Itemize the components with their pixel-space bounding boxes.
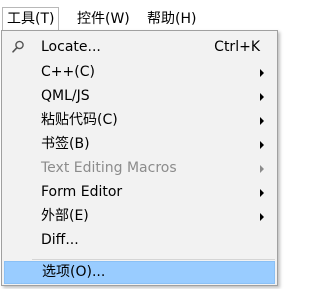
menu-item-bookmarks[interactable]: 书签(B) bbox=[4, 133, 275, 156]
menu-item-options[interactable]: 选项(O)... bbox=[4, 261, 275, 284]
menu-item-label: 外部(E) bbox=[41, 208, 89, 224]
menu-item-external[interactable]: 外部(E) bbox=[4, 205, 275, 228]
menu-item-diff[interactable]: Diff... bbox=[4, 229, 275, 252]
menu-item-text-editing-macros: Text Editing Macros bbox=[4, 157, 275, 180]
submenu-arrow-icon bbox=[260, 93, 264, 101]
submenu-arrow-icon bbox=[260, 189, 264, 197]
submenu-arrow-icon bbox=[260, 141, 264, 149]
search-icon bbox=[10, 39, 26, 55]
menu-item-label: C++(C) bbox=[41, 64, 95, 80]
menu-tools[interactable]: 工具(T) bbox=[2, 7, 60, 31]
menu-separator bbox=[32, 259, 275, 260]
tools-dropdown-menu: Locate... Ctrl+K C++(C) QML/JS 粘贴代码(C) 书… bbox=[1, 30, 278, 286]
menu-item-form-editor[interactable]: Form Editor bbox=[4, 181, 275, 204]
menu-bar: 工具(T) 控件(W) 帮助(H) bbox=[0, 0, 281, 33]
menu-item-label: QML/JS bbox=[41, 88, 90, 104]
menu-item-label: Diff... bbox=[41, 232, 79, 248]
menu-item-label: 书签(B) bbox=[41, 136, 90, 152]
menu-item-label: 粘贴代码(C) bbox=[41, 112, 118, 128]
menu-item-label: Form Editor bbox=[41, 184, 123, 200]
submenu-arrow-icon bbox=[260, 165, 264, 173]
submenu-arrow-icon bbox=[260, 117, 264, 125]
menu-item-label: Text Editing Macros bbox=[41, 160, 177, 176]
menu-item-locate[interactable]: Locate... Ctrl+K bbox=[4, 36, 275, 59]
menu-help[interactable]: 帮助(H) bbox=[143, 7, 200, 31]
menu-item-label: Locate... bbox=[41, 39, 101, 55]
menu-item-label: 选项(O)... bbox=[42, 264, 106, 280]
submenu-arrow-icon bbox=[260, 69, 264, 77]
shortcut-text: Ctrl+K bbox=[214, 39, 260, 55]
menu-item-paste-code[interactable]: 粘贴代码(C) bbox=[4, 109, 275, 132]
menu-item-qml-js[interactable]: QML/JS bbox=[4, 85, 275, 108]
submenu-arrow-icon bbox=[260, 213, 264, 221]
menu-item-cpp[interactable]: C++(C) bbox=[4, 61, 275, 84]
menu-widgets[interactable]: 控件(W) bbox=[73, 7, 134, 31]
